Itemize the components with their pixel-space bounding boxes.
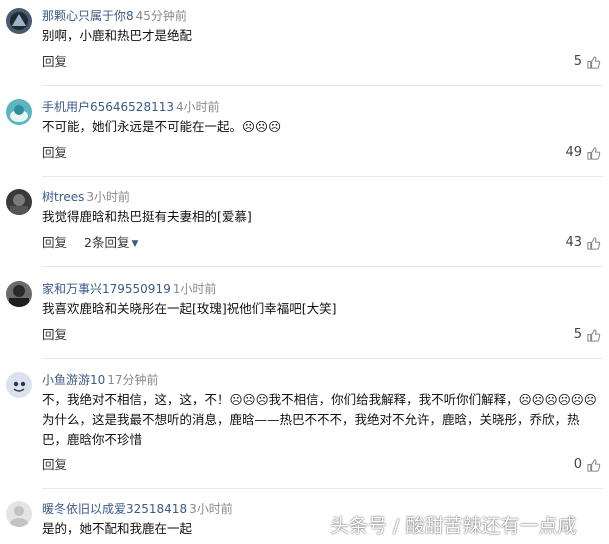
like-count: 5 bbox=[573, 54, 582, 69]
view-replies-button[interactable]: 2条回复 ▼ bbox=[84, 235, 138, 253]
comment-text: 别啊，小鹿和热巴才是绝配 bbox=[42, 28, 193, 43]
like-button[interactable]: 43 bbox=[565, 235, 601, 251]
thumbs-up-icon bbox=[586, 328, 601, 343]
thumbs-up-icon bbox=[586, 55, 601, 70]
username[interactable]: 家和万事兴179550919 bbox=[42, 282, 171, 296]
username[interactable]: 小鱼游游10 bbox=[42, 373, 105, 387]
comment-meta: 那颗心只属于你8 45分钟前 bbox=[42, 8, 187, 24]
comment-meta: 家和万事兴179550919 1小时前 bbox=[42, 281, 216, 297]
comment-text: 不，我绝对不相信，这，这，不！☹☹☹我不相信，你们给我解释，我不听你们解释，☹☹… bbox=[42, 392, 597, 447]
avatar[interactable] bbox=[6, 8, 32, 34]
comment-text: 不可能，她们永远是不可能在一起。☹☹☹ bbox=[42, 119, 282, 134]
timestamp: 45分钟前 bbox=[135, 9, 187, 23]
like-button[interactable]: 0 bbox=[574, 457, 601, 473]
username[interactable]: 树trees bbox=[42, 190, 84, 204]
timestamp: 17分钟前 bbox=[107, 373, 159, 387]
divider bbox=[42, 176, 603, 177]
replies-count-label: 2条回复 bbox=[84, 235, 130, 250]
timestamp: 3小时前 bbox=[86, 190, 131, 204]
like-button[interactable]: 5 bbox=[574, 327, 601, 343]
reply-button[interactable]: 回复 bbox=[42, 235, 67, 251]
thumbs-up-icon bbox=[586, 236, 601, 251]
chevron-down-icon: ▼ bbox=[131, 239, 139, 249]
avatar[interactable] bbox=[6, 372, 32, 398]
avatar[interactable] bbox=[6, 281, 32, 307]
like-count: 43 bbox=[565, 235, 582, 250]
reply-button[interactable]: 回复 bbox=[42, 54, 67, 70]
comment-meta: 暖冬依旧以成爱32518418 3小时前 bbox=[42, 501, 233, 517]
reply-button[interactable]: 回复 bbox=[42, 327, 67, 343]
reply-button[interactable]: 回复 bbox=[42, 145, 67, 161]
like-button[interactable]: 49 bbox=[565, 145, 601, 161]
like-count: 49 bbox=[565, 145, 582, 160]
username[interactable]: 手机用户65646528113 bbox=[42, 100, 174, 114]
comment-meta: 手机用户65646528113 4小时前 bbox=[42, 99, 220, 115]
like-button[interactable]: 5 bbox=[574, 54, 601, 70]
avatar[interactable] bbox=[6, 189, 32, 215]
comment-text: 我喜欢鹿晗和关晓彤在一起[玫瑰]祝他们幸福吧[大笑] bbox=[42, 301, 337, 316]
username[interactable]: 暖冬依旧以成爱32518418 bbox=[42, 502, 187, 516]
divider bbox=[42, 85, 603, 86]
thumbs-up-icon bbox=[586, 458, 601, 473]
comment-text: 我觉得鹿晗和热巴挺有夫妻相的[爱慕] bbox=[42, 209, 252, 224]
timestamp: 1小时前 bbox=[172, 282, 217, 296]
avatar[interactable] bbox=[6, 501, 32, 527]
divider bbox=[42, 488, 603, 489]
like-count: 5 bbox=[573, 327, 582, 342]
thumbs-up-icon bbox=[586, 146, 601, 161]
divider bbox=[42, 358, 603, 359]
comment-meta: 树trees 3小时前 bbox=[42, 189, 130, 205]
timestamp: 4小时前 bbox=[175, 100, 220, 114]
avatar[interactable] bbox=[6, 99, 32, 125]
divider bbox=[42, 266, 603, 267]
like-count: 0 bbox=[573, 457, 582, 472]
username[interactable]: 那颗心只属于你8 bbox=[42, 9, 134, 23]
timestamp: 3小时前 bbox=[189, 502, 233, 516]
reply-button[interactable]: 回复 bbox=[42, 457, 67, 473]
comment-meta: 小鱼游游10 17分钟前 bbox=[42, 372, 159, 388]
watermark: 头条号 / 酸甜苦辣还有一点咸 bbox=[330, 515, 577, 537]
